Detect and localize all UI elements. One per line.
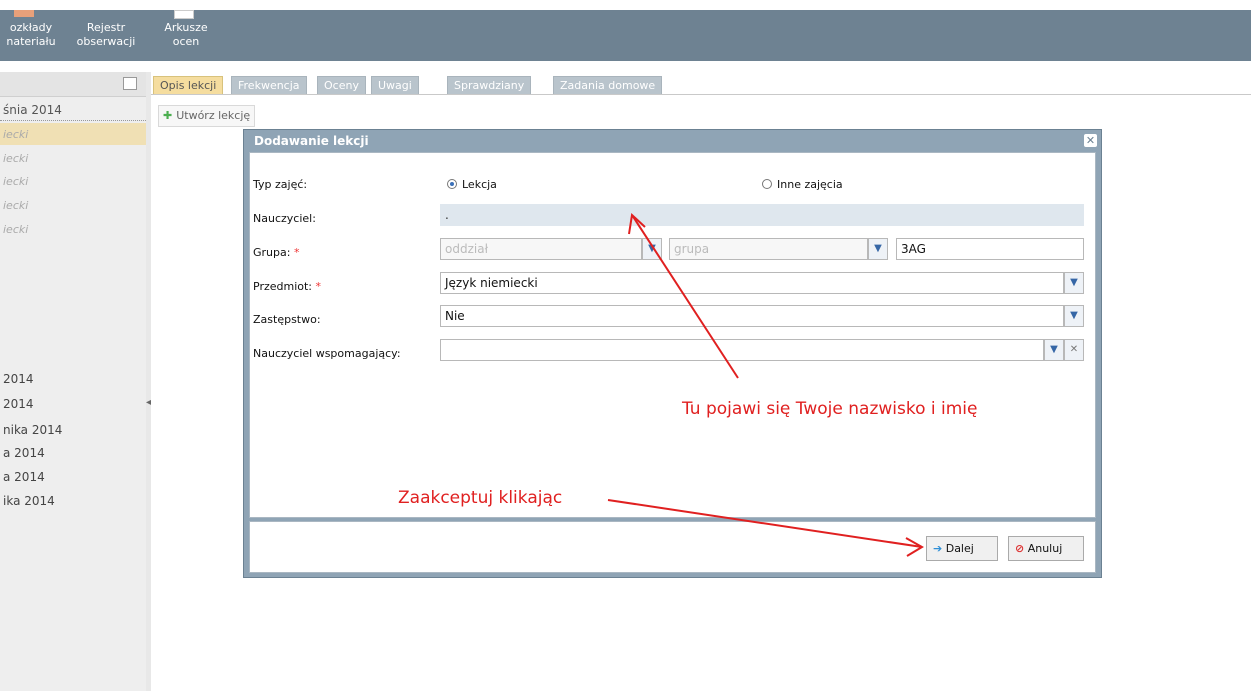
arrow-to-next-line	[607, 499, 923, 548]
annotation-arrows	[607, 212, 924, 557]
arrow-to-teacher-line	[631, 214, 739, 379]
